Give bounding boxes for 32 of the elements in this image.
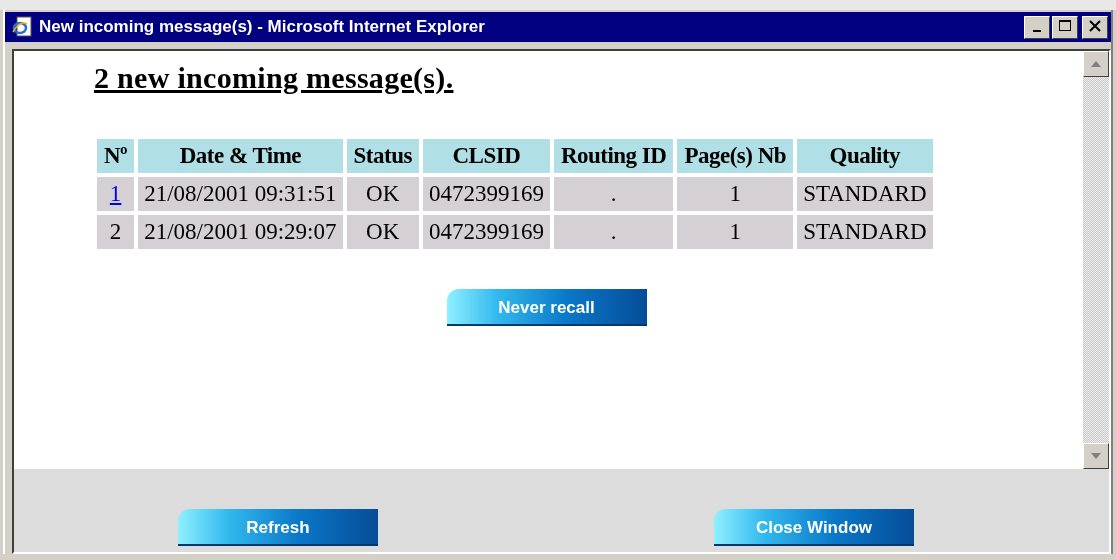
scroll-up-icon[interactable] (1083, 51, 1109, 77)
column-header: Nº (97, 139, 135, 173)
action-button[interactable]: Close Window (714, 509, 914, 546)
column-header: Routing ID (553, 139, 674, 173)
table-cell: . (553, 177, 674, 211)
table-cell: 0472399169 (422, 177, 550, 211)
table-cell: STANDARD (797, 177, 933, 211)
scroll-down-icon[interactable] (1083, 443, 1109, 469)
table-cell: OK (346, 215, 419, 249)
column-header: CLSID (422, 139, 550, 173)
table-cell: 1 (677, 177, 794, 211)
maximize-button[interactable] (1052, 15, 1078, 39)
column-header: Date & Time (138, 139, 343, 173)
table-cell: 1 (677, 215, 794, 249)
table-cell: 21/08/2001 09:31:51 (138, 177, 343, 211)
column-header: Quality (797, 139, 933, 173)
table-cell: OK (346, 177, 419, 211)
column-header: Page(s) Nb (677, 139, 794, 173)
action-button[interactable]: Never recall (446, 289, 647, 326)
browser-icon (11, 16, 33, 38)
minimize-button[interactable] (1024, 15, 1050, 39)
column-header: Status (346, 139, 419, 173)
table-cell: 21/08/2001 09:29:07 (138, 215, 343, 249)
close-button[interactable] (1082, 15, 1108, 39)
window-title: New incoming message(s) - Microsoft Internet Explorer (39, 17, 486, 37)
table-cell: 2 (97, 215, 135, 249)
table-cell: 0472399169 (422, 215, 550, 249)
minimize-icon (1033, 29, 1041, 32)
table-cell: . (553, 215, 674, 249)
action-button[interactable]: Refresh (178, 509, 378, 546)
page-heading: 2 new incoming message(s). (94, 61, 455, 95)
table-cell: STANDARD (797, 215, 933, 249)
